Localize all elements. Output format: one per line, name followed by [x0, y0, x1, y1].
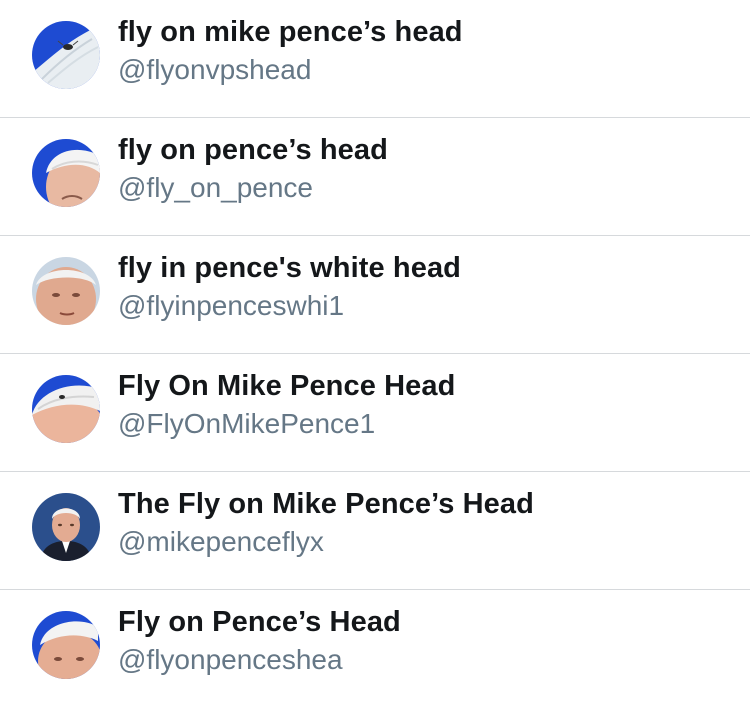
display-name: fly on pence’s head — [118, 134, 388, 166]
handle: @fly_on_pence — [118, 172, 314, 203]
account-row[interactable]: fly in pence's white head @flyinpenceswh… — [0, 236, 750, 354]
display-name: The Fly on Mike Pence’s Head — [118, 488, 534, 520]
avatar[interactable] — [32, 611, 100, 679]
pence-head-avatar-icon — [32, 611, 100, 679]
pence-portrait-avatar-icon — [32, 493, 100, 561]
avatar[interactable] — [32, 139, 100, 207]
handle: @mikepenceflyx — [118, 526, 324, 557]
display-name: Fly on Pence’s Head — [118, 606, 401, 638]
avatar[interactable] — [32, 21, 100, 89]
display-name: Fly On Mike Pence Head — [118, 370, 456, 402]
avatar[interactable] — [32, 375, 100, 443]
handle: @FlyOnMikePence1 — [118, 408, 376, 439]
pence-head-avatar-icon — [32, 139, 100, 207]
account-list: fly on mike pence’s head @flyonvpshead f… — [0, 0, 750, 710]
pence-hair-fly-closeup-avatar-icon — [32, 21, 100, 89]
account-row[interactable]: The Fly on Mike Pence’s Head @mikepencef… — [0, 472, 750, 590]
account-row[interactable]: Fly On Mike Pence Head @FlyOnMikePence1 — [0, 354, 750, 472]
pence-face-avatar-icon — [32, 257, 100, 325]
display-name: fly in pence's white head — [118, 252, 461, 284]
avatar[interactable] — [32, 257, 100, 325]
account-row[interactable]: fly on mike pence’s head @flyonvpshead — [0, 0, 750, 118]
account-row[interactable]: fly on pence’s head @fly_on_pence — [0, 118, 750, 236]
handle: @flyonpenceshea — [118, 644, 343, 675]
avatar[interactable] — [32, 493, 100, 561]
handle: @flyonvpshead — [118, 54, 312, 85]
account-row[interactable]: Fly on Pence’s Head @flyonpenceshea — [0, 590, 750, 710]
display-name: fly on mike pence’s head — [118, 16, 463, 48]
handle: @flyinpenceswhi1 — [118, 290, 345, 321]
pence-hair-fly-avatar-icon — [32, 375, 100, 443]
